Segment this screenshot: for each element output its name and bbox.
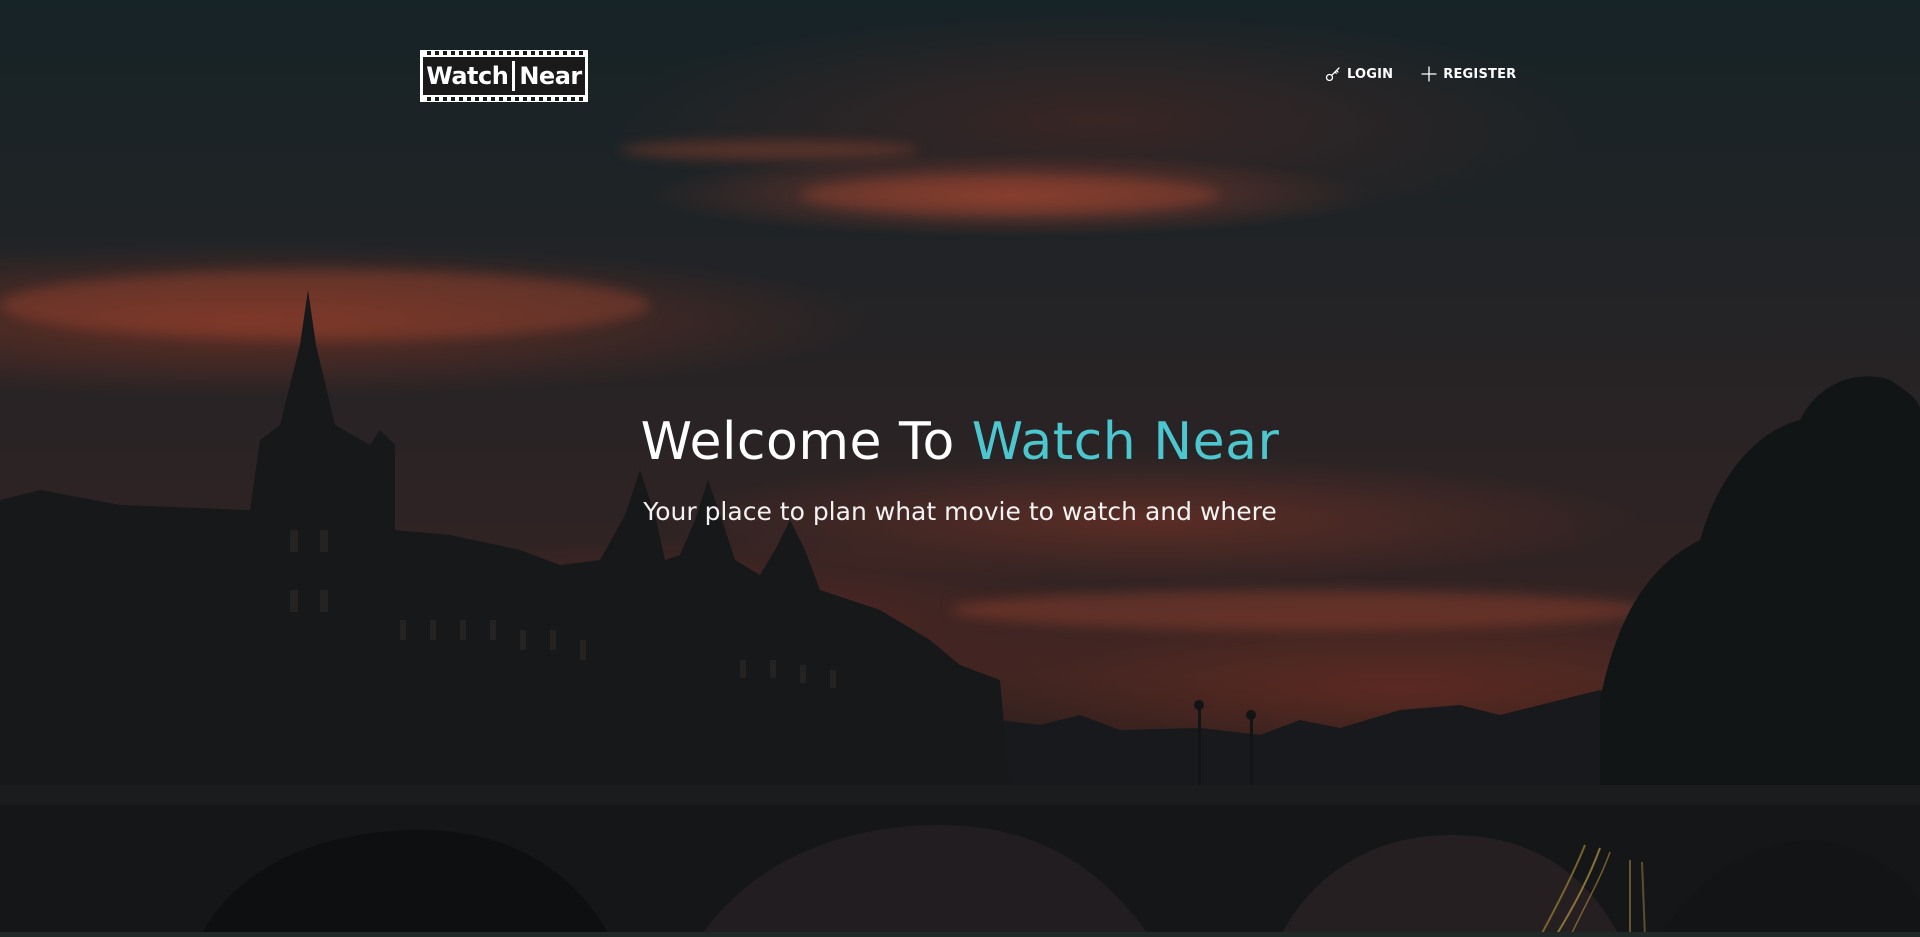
logo-word-near: Near: [519, 62, 582, 90]
register-label: REGISTER: [1443, 66, 1517, 82]
logo-inner: Watch Near: [423, 57, 585, 95]
watch-near-logo[interactable]: Watch Near: [420, 50, 588, 102]
headline-accent: Watch Near: [971, 412, 1280, 472]
page-subtitle: Your place to plan what movie to watch a…: [643, 497, 1277, 526]
plus-icon: [1421, 66, 1437, 82]
hero-section: Watch Near LOGIN REGISTER Welcome To Wat…: [0, 0, 1920, 937]
page-title: Welcome To Watch Near: [0, 412, 1920, 472]
key-icon: [1325, 67, 1340, 82]
headline-prefix: Welcome To: [640, 412, 972, 472]
login-link[interactable]: LOGIN: [1325, 66, 1393, 82]
register-link[interactable]: REGISTER: [1421, 66, 1516, 82]
logo-word-watch: Watch: [426, 62, 509, 90]
film-strip-holes: [423, 97, 585, 101]
login-label: LOGIN: [1347, 66, 1394, 82]
header-nav: LOGIN REGISTER: [1325, 66, 1516, 82]
logo-separator: [512, 61, 516, 91]
film-strip-holes: [423, 51, 585, 55]
